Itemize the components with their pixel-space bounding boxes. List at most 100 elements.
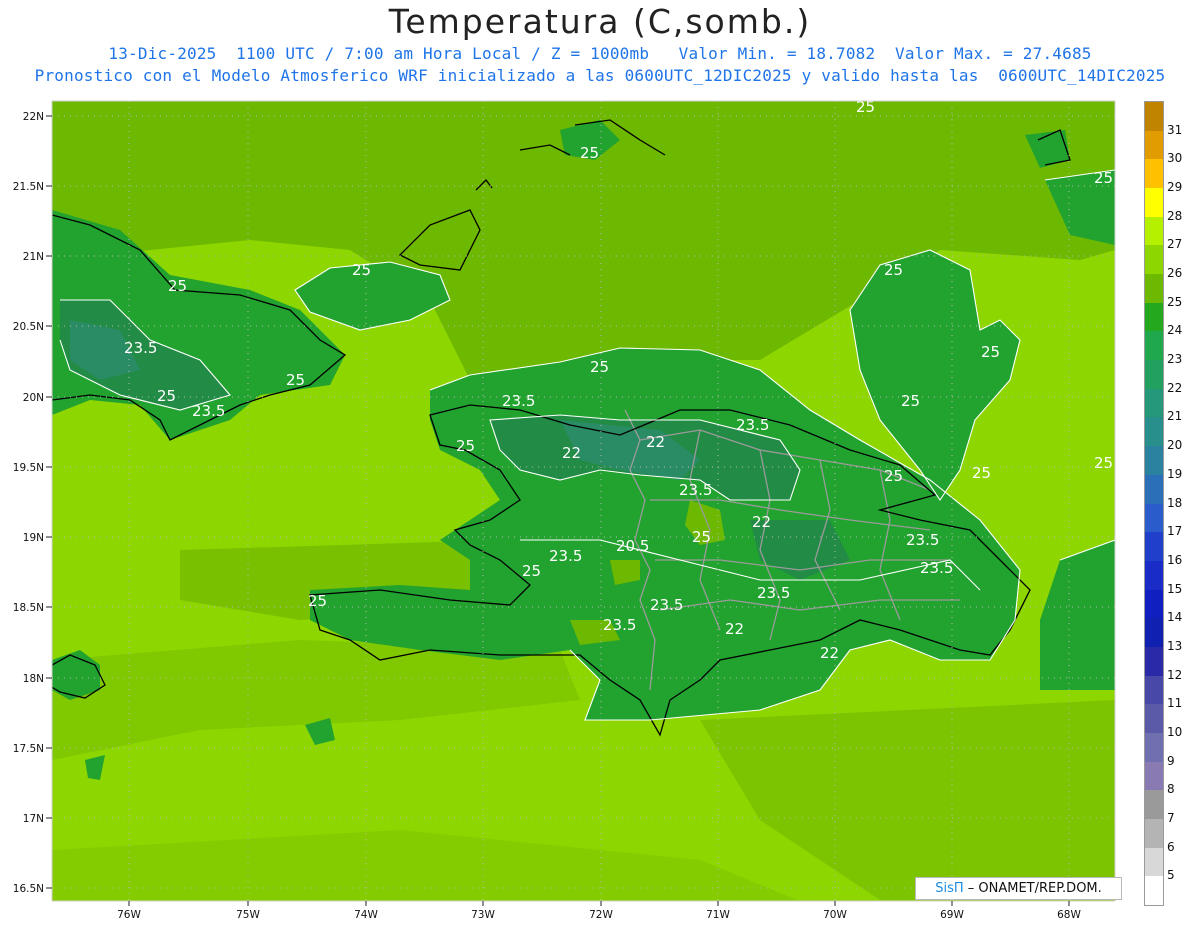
legend-swatch bbox=[1145, 130, 1163, 160]
contour-label: 23.5 bbox=[192, 402, 225, 420]
legend-swatch bbox=[1145, 331, 1163, 361]
contour-label: 22 bbox=[562, 444, 581, 462]
legend-swatch bbox=[1145, 618, 1163, 648]
legend-label: 23 bbox=[1167, 352, 1183, 367]
contour-label: 25 bbox=[456, 437, 475, 455]
contour-label: 22 bbox=[725, 620, 744, 638]
contour-label: 25 bbox=[901, 392, 920, 410]
legend-swatch bbox=[1145, 532, 1163, 562]
legend-swatch bbox=[1145, 732, 1163, 762]
legend-swatch bbox=[1145, 159, 1163, 189]
lon-label: 68W bbox=[1057, 909, 1081, 921]
color-legend bbox=[1144, 101, 1164, 906]
legend-label: 9 bbox=[1167, 753, 1175, 768]
lon-label: 73W bbox=[471, 909, 495, 921]
legend-swatch bbox=[1145, 704, 1163, 734]
contour-label: 25 bbox=[981, 343, 1000, 361]
legend-label: 22 bbox=[1167, 380, 1183, 395]
legend-swatch bbox=[1145, 417, 1163, 447]
legend-swatch bbox=[1145, 560, 1163, 590]
lat-label: 18.5N bbox=[13, 602, 44, 614]
legend-swatch bbox=[1145, 503, 1163, 533]
contour-label: 22 bbox=[820, 644, 839, 662]
legend-swatch bbox=[1145, 388, 1163, 418]
legend-label: 20 bbox=[1167, 438, 1183, 453]
legend-label: 18 bbox=[1167, 495, 1183, 510]
contour-label: 25 bbox=[884, 467, 903, 485]
legend-swatch bbox=[1145, 302, 1163, 332]
contour-label: 25 bbox=[884, 261, 903, 279]
contour-label: 23.5 bbox=[736, 416, 769, 434]
temperature-map: 25 25 25 25 25 25 25 25 25 25 25 25 25 2… bbox=[13, 98, 1116, 921]
contour-label: 25 bbox=[1094, 169, 1113, 187]
contour-label: 23.5 bbox=[679, 481, 712, 499]
legend-swatch bbox=[1145, 818, 1163, 848]
legend-swatch bbox=[1145, 102, 1163, 131]
lat-label: 20N bbox=[23, 392, 44, 404]
legend-label: 21 bbox=[1167, 409, 1183, 424]
contour-label: 25 bbox=[157, 387, 176, 405]
legend-label: 17 bbox=[1167, 524, 1183, 539]
legend-label: 19 bbox=[1167, 466, 1183, 481]
legend-label: 24 bbox=[1167, 323, 1183, 338]
legend-label: 31 bbox=[1167, 122, 1183, 137]
lat-label: 17.5N bbox=[13, 743, 44, 755]
contour-label: 25 bbox=[1094, 454, 1113, 472]
contour-label: 23.5 bbox=[650, 596, 683, 614]
contour-label: 23.5 bbox=[603, 616, 636, 634]
legend-label: 29 bbox=[1167, 180, 1183, 195]
legend-label: 26 bbox=[1167, 266, 1183, 281]
legend-swatch bbox=[1145, 274, 1163, 304]
longitude-labels: 76W 75W 74W 73W 72W 71W 70W 69W 68W bbox=[117, 909, 1081, 921]
lon-label: 71W bbox=[706, 909, 730, 921]
contour-label: 22 bbox=[752, 513, 771, 531]
lat-label: 21N bbox=[23, 251, 44, 263]
lat-label: 16.5N bbox=[13, 883, 44, 895]
contour-label: 23.5 bbox=[757, 584, 790, 602]
lon-label: 74W bbox=[354, 909, 378, 921]
legend-swatch bbox=[1145, 360, 1163, 390]
lon-label: 76W bbox=[117, 909, 141, 921]
credit-text: – ONAMET/REP.DOM. bbox=[963, 881, 1102, 896]
legend-swatch bbox=[1145, 790, 1163, 820]
credit-logo-text: SisΠ bbox=[935, 881, 964, 896]
legend-label: 12 bbox=[1167, 667, 1183, 682]
lat-label: 22N bbox=[23, 111, 44, 123]
lat-label: 21.5N bbox=[13, 181, 44, 193]
legend-label: 30 bbox=[1167, 151, 1183, 166]
legend-label: 10 bbox=[1167, 724, 1183, 739]
contour-label: 25 bbox=[168, 277, 187, 295]
lat-label: 20.5N bbox=[13, 321, 44, 333]
legend-swatch bbox=[1145, 675, 1163, 705]
lat-label: 19.5N bbox=[13, 462, 44, 474]
legend-label: 15 bbox=[1167, 581, 1183, 596]
contour-label: 23.5 bbox=[502, 392, 535, 410]
legend-label: 11 bbox=[1167, 696, 1183, 711]
legend-label: 16 bbox=[1167, 552, 1183, 567]
contour-label: 23.5 bbox=[549, 547, 582, 565]
lon-label: 70W bbox=[823, 909, 847, 921]
contour-label: 25 bbox=[590, 358, 609, 376]
legend-label: 27 bbox=[1167, 237, 1183, 252]
contour-label: 25 bbox=[352, 261, 371, 279]
legend-swatch bbox=[1145, 589, 1163, 619]
lon-label: 69W bbox=[940, 909, 964, 921]
legend-swatch bbox=[1145, 216, 1163, 246]
legend-swatch bbox=[1145, 188, 1163, 218]
legend-label: 14 bbox=[1167, 610, 1183, 625]
legend-swatch bbox=[1145, 474, 1163, 504]
legend-swatch bbox=[1145, 646, 1163, 676]
lat-label: 18N bbox=[23, 673, 44, 685]
legend-label: 6 bbox=[1167, 839, 1175, 854]
legend-label: 25 bbox=[1167, 294, 1183, 309]
legend-label: 8 bbox=[1167, 782, 1175, 797]
contour-label: 25 bbox=[522, 562, 541, 580]
legend-label: 13 bbox=[1167, 638, 1183, 653]
legend-label: 7 bbox=[1167, 810, 1175, 825]
contour-label: 22 bbox=[646, 433, 665, 451]
lon-label: 75W bbox=[236, 909, 260, 921]
contour-label: 25 bbox=[286, 371, 305, 389]
contour-label: 23.5 bbox=[920, 559, 953, 577]
legend-swatch bbox=[1145, 847, 1163, 877]
lon-label: 72W bbox=[589, 909, 613, 921]
